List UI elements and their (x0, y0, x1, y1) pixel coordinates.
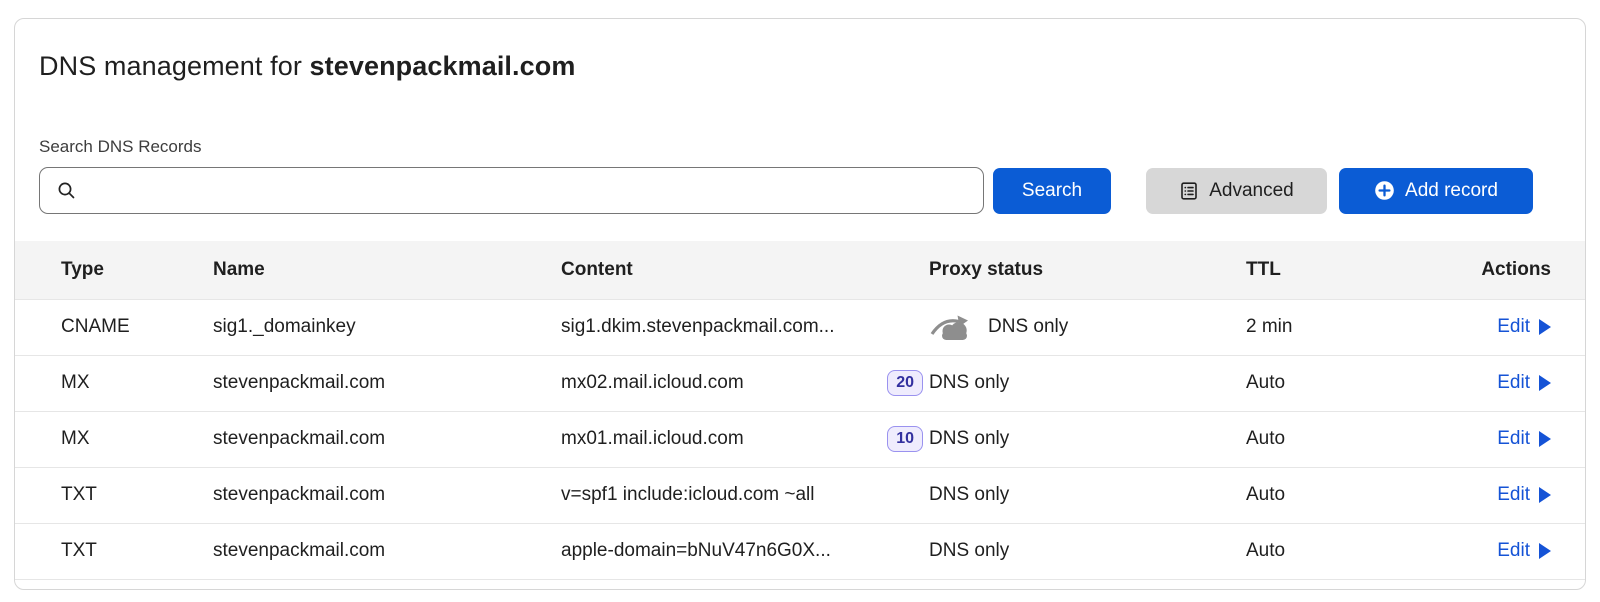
record-content: mx02.mail.icloud.com 20 (561, 355, 929, 411)
search-button[interactable]: Search (993, 168, 1111, 214)
column-header-type: Type (15, 241, 213, 299)
edit-link[interactable]: Edit (1497, 484, 1551, 506)
record-type: CNAME (15, 299, 213, 355)
proxy-status-cell: DNS only (929, 355, 1246, 411)
record-content-text: apple-domain=bNuV47n6G0X... (561, 540, 831, 562)
record-ttl: 2 min (1246, 299, 1391, 355)
edit-link-label: Edit (1497, 316, 1530, 338)
proxy-status-text: DNS only (929, 428, 1009, 450)
caret-right-icon (1539, 431, 1551, 447)
table-row: TXTstevenpackmail.comv=spf1 include:iclo… (15, 467, 1585, 523)
proxy-status-cell: DNS only (929, 299, 1246, 355)
advanced-button[interactable]: Advanced (1146, 168, 1327, 214)
add-record-button-label: Add record (1405, 181, 1498, 200)
record-ttl: Auto (1246, 355, 1391, 411)
dns-records-table: TypeNameContentProxy statusTTLActions CN… (15, 241, 1585, 580)
proxy-status-text: DNS only (929, 484, 1009, 506)
proxy-status-cell: DNS only (929, 523, 1246, 579)
column-header-ttl: TTL (1246, 241, 1391, 299)
priority-badge: 10 (887, 426, 923, 452)
proxy-status-text: DNS only (988, 316, 1068, 338)
record-actions: Edit (1391, 467, 1585, 523)
page-title-domain: stevenpackmail.com (310, 51, 576, 81)
record-ttl: Auto (1246, 523, 1391, 579)
proxy-status-text: DNS only (929, 372, 1009, 394)
edit-link[interactable]: Edit (1497, 372, 1551, 394)
proxy-status-cell: DNS only (929, 467, 1246, 523)
table-header: TypeNameContentProxy statusTTLActions (15, 241, 1585, 299)
table-row: MXstevenpackmail.commx01.mail.icloud.com… (15, 411, 1585, 467)
priority-badge: 20 (887, 370, 923, 396)
record-actions: Edit (1391, 299, 1585, 355)
caret-right-icon (1539, 487, 1551, 503)
column-header-name: Name (213, 241, 561, 299)
record-name: sig1._domainkey (213, 299, 561, 355)
edit-link[interactable]: Edit (1497, 316, 1551, 338)
caret-right-icon (1539, 375, 1551, 391)
record-actions: Edit (1391, 355, 1585, 411)
record-content-text: mx02.mail.icloud.com (561, 372, 744, 394)
record-content: sig1.dkim.stevenpackmail.com... (561, 299, 929, 355)
proxy-status-text: DNS only (929, 540, 1009, 562)
table-row: CNAMEsig1._domainkeysig1.dkim.stevenpack… (15, 299, 1585, 355)
record-content-text: mx01.mail.icloud.com (561, 428, 744, 450)
record-content: v=spf1 include:icloud.com ~all (561, 467, 929, 523)
record-actions: Edit (1391, 411, 1585, 467)
advanced-button-label: Advanced (1209, 181, 1294, 200)
table-row: TXTstevenpackmail.comapple-domain=bNuV47… (15, 523, 1585, 579)
record-type: MX (15, 411, 213, 467)
record-content-text: v=spf1 include:icloud.com ~all (561, 484, 814, 506)
caret-right-icon (1539, 319, 1551, 335)
search-label: Search DNS Records (39, 135, 1585, 158)
record-name: stevenpackmail.com (213, 467, 561, 523)
record-content: mx01.mail.icloud.com 10 (561, 411, 929, 467)
record-type: MX (15, 355, 213, 411)
record-name: stevenpackmail.com (213, 411, 561, 467)
edit-link-label: Edit (1497, 428, 1530, 450)
dns-management-card: DNS management for stevenpackmail.com Se… (14, 18, 1586, 590)
record-ttl: Auto (1246, 411, 1391, 467)
edit-link[interactable]: Edit (1497, 540, 1551, 562)
table-row: MXstevenpackmail.commx02.mail.icloud.com… (15, 355, 1585, 411)
record-ttl: Auto (1246, 467, 1391, 523)
record-actions: Edit (1391, 523, 1585, 579)
search-input[interactable] (39, 167, 984, 214)
plus-circle-icon (1374, 180, 1395, 201)
list-icon (1179, 181, 1199, 201)
caret-right-icon (1539, 543, 1551, 559)
record-type: TXT (15, 523, 213, 579)
page-title-prefix: DNS management for (39, 51, 310, 81)
record-content-text: sig1.dkim.stevenpackmail.com... (561, 316, 835, 338)
record-type: TXT (15, 467, 213, 523)
page-title: DNS management for stevenpackmail.com (39, 49, 1585, 83)
edit-link-label: Edit (1497, 372, 1530, 394)
column-header-proxy-status: Proxy status (929, 241, 1246, 299)
record-name: stevenpackmail.com (213, 355, 561, 411)
proxy-status-cell: DNS only (929, 411, 1246, 467)
search-box (39, 167, 984, 214)
edit-link[interactable]: Edit (1497, 428, 1551, 450)
record-name: stevenpackmail.com (213, 523, 561, 579)
record-content: apple-domain=bNuV47n6G0X... (561, 523, 929, 579)
edit-link-label: Edit (1497, 540, 1530, 562)
dns-only-cloud-icon (929, 313, 972, 341)
dns-toolbar: Search Advanced Add record (39, 167, 1585, 214)
column-header-actions: Actions (1391, 241, 1585, 299)
add-record-button[interactable]: Add record (1339, 168, 1533, 214)
edit-link-label: Edit (1497, 484, 1530, 506)
column-header-content: Content (561, 241, 929, 299)
